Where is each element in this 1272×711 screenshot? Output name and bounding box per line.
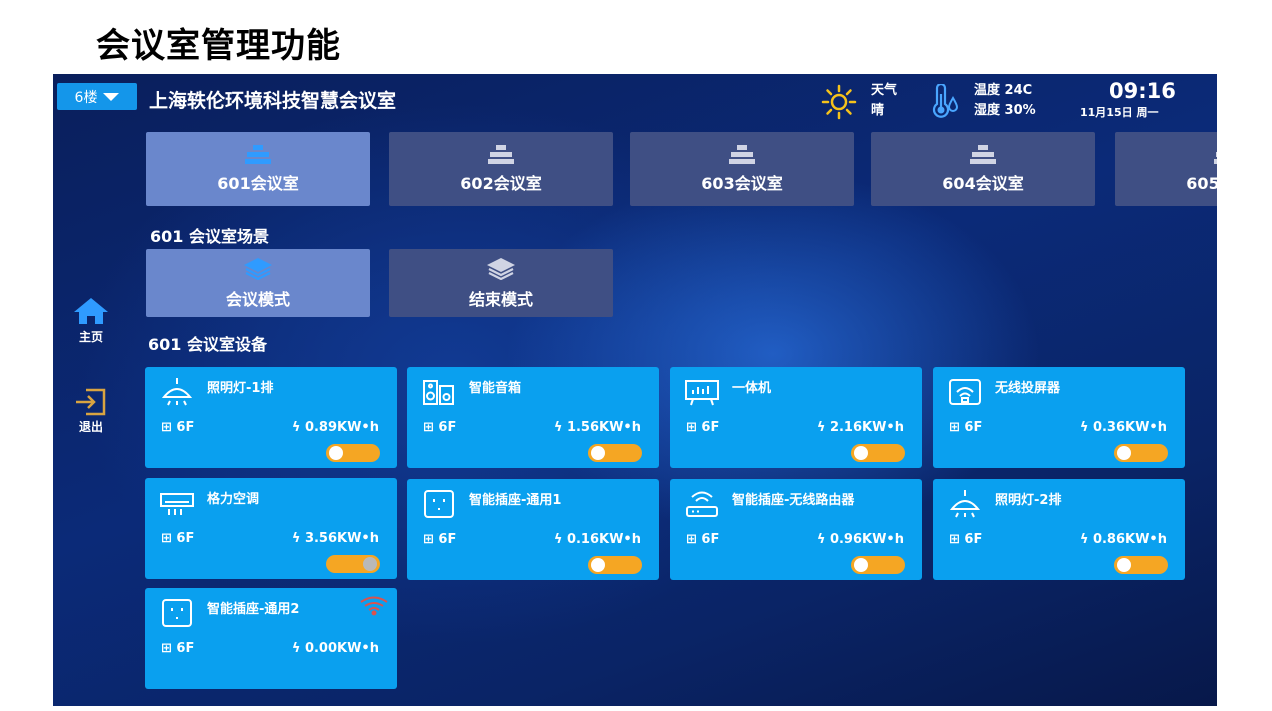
device-name: 智能插座-通用1 [469,493,562,508]
weather-value: 晴 [871,103,885,118]
logout-icon [76,388,106,416]
nav-home[interactable]: 主页 [71,296,111,345]
clock-time: 09:16 [1109,79,1176,103]
device-power-toggle[interactable] [851,444,905,462]
device-name: 智能插座-无线路由器 [732,493,855,508]
device-section-title: 601 会议室设备 [148,335,267,354]
device-card: 照明灯-1排 ⊞ 6F ϟ 0.89KW•h [145,367,397,468]
device-floor: ⊞ 6F [686,532,720,547]
air-conditioner-icon [160,493,194,515]
room-tab-label: 601会议室 [217,174,299,193]
device-card: 智能插座-无线路由器 ⊞ 6F ϟ 0.96KW•h [670,479,922,580]
display-icon [685,380,719,406]
device-energy: ϟ 0.86KW•h [1079,532,1167,547]
device-energy: ϟ 3.56KW•h [291,531,379,546]
weather-info: 天气 晴 [871,81,897,121]
router-icon [686,491,718,517]
temperature: 温度 24C [974,83,1033,98]
meeting-table-icon [1214,152,1217,164]
device-floor: ⊞ 6F [423,420,457,435]
device-floor: ⊞ 6F [423,532,457,547]
floor-select[interactable]: 6楼 [57,83,137,110]
room-tab-603[interactable]: 603会议室 [630,132,854,206]
device-floor: ⊞ 6F [161,641,195,656]
scene-meeting-mode[interactable]: 会议模式 [146,249,370,317]
scene-section-title: 601 会议室场景 [150,227,269,246]
device-power-toggle[interactable] [1114,444,1168,462]
wireless-projector-icon [949,379,981,405]
app-title: 上海轶伦环境科技智慧会议室 [149,90,397,112]
device-power-toggle[interactable] [326,555,380,573]
device-name: 格力空调 [207,492,260,507]
device-card: 智能插座-通用2 ⊞ 6F ϟ 0.00KW•h [145,588,397,689]
device-card: 格力空调 ⊞ 6F ϟ 3.56KW•h [145,478,397,579]
room-tab-label: 602会议室 [460,174,542,193]
room-tab-602[interactable]: 602会议室 [389,132,613,206]
meeting-table-icon [729,145,755,164]
sun-icon [821,84,857,120]
room-tab-label: 603会议室 [701,174,783,193]
scene-label: 会议模式 [225,290,290,309]
device-card: 智能插座-通用1 ⊞ 6F ϟ 0.16KW•h [407,479,659,580]
device-card: 智能音箱 ⊞ 6F ϟ 1.56KW•h [407,367,659,468]
device-energy: ϟ 0.96KW•h [816,532,904,547]
device-energy: ϟ 2.16KW•h [816,420,904,435]
slide-title: 会议室管理功能 [96,26,341,66]
layers-icon [244,258,272,280]
device-card: 一体机 ⊞ 6F ϟ 2.16KW•h [670,367,922,468]
device-name: 无线投屏器 [995,381,1061,396]
device-energy: ϟ 0.16KW•h [553,532,641,547]
scene-end-mode[interactable]: 结束模式 [389,249,613,317]
wifi-offline-icon [360,596,388,616]
device-floor: ⊞ 6F [949,532,983,547]
meeting-room-app: 6楼 上海轶伦环境科技智慧会议室 天气 晴 温度 24C 湿度 30% 09:1… [53,74,1217,706]
room-tab-label: 605会议室 [1186,174,1217,193]
device-power-toggle[interactable] [588,444,642,462]
meeting-table-icon [245,145,271,164]
layers-icon [487,258,515,280]
device-name: 照明灯-1排 [207,381,274,396]
climate-info: 温度 24C 湿度 30% [974,81,1036,121]
meeting-table-icon [970,145,996,164]
chevron-down-icon [103,92,120,101]
device-power-toggle[interactable] [588,556,642,574]
device-energy: ϟ 0.36KW•h [1079,420,1167,435]
ceiling-lamp-icon [161,378,193,406]
device-name: 智能音箱 [469,381,522,396]
device-card: 无线投屏器 ⊞ 6F ϟ 0.36KW•h [933,367,1185,468]
scene-label: 结束模式 [468,290,533,309]
room-tab-605[interactable]: 605会议室 [1115,132,1217,206]
device-name: 照明灯-2排 [995,493,1062,508]
device-floor: ⊞ 6F [161,420,195,435]
room-tab-label: 604会议室 [942,174,1024,193]
device-energy: ϟ 0.89KW•h [291,420,379,435]
room-tab-601[interactable]: 601会议室 [146,132,370,206]
home-icon [74,298,108,324]
device-floor: ⊞ 6F [686,420,720,435]
socket-icon [162,599,192,627]
nav-home-label: 主页 [78,330,103,344]
device-power-toggle[interactable] [1114,556,1168,574]
device-power-toggle[interactable] [326,444,380,462]
floor-select-value: 6楼 [74,89,98,106]
clock-date: 11月15日 周一 [1080,106,1159,119]
device-floor: ⊞ 6F [949,420,983,435]
weather-label: 天气 [871,83,898,98]
ceiling-lamp-icon [949,490,981,518]
device-energy: ϟ 1.56KW•h [553,420,641,435]
device-power-toggle[interactable] [851,556,905,574]
meeting-table-icon [488,145,514,164]
device-name: 智能插座-通用2 [207,602,300,617]
thermometer-icon [932,84,959,118]
socket-icon [424,490,454,518]
nav-logout-label: 退出 [78,420,103,434]
device-card: 照明灯-2排 ⊞ 6F ϟ 0.86KW•h [933,479,1185,580]
room-tab-604[interactable]: 604会议室 [871,132,1095,206]
speaker-icon [423,380,454,405]
device-energy: ϟ 0.00KW•h [291,641,379,656]
nav-logout[interactable]: 退出 [71,388,111,435]
device-floor: ⊞ 6F [161,531,195,546]
device-name: 一体机 [732,381,772,396]
humidity: 湿度 30% [974,103,1036,118]
